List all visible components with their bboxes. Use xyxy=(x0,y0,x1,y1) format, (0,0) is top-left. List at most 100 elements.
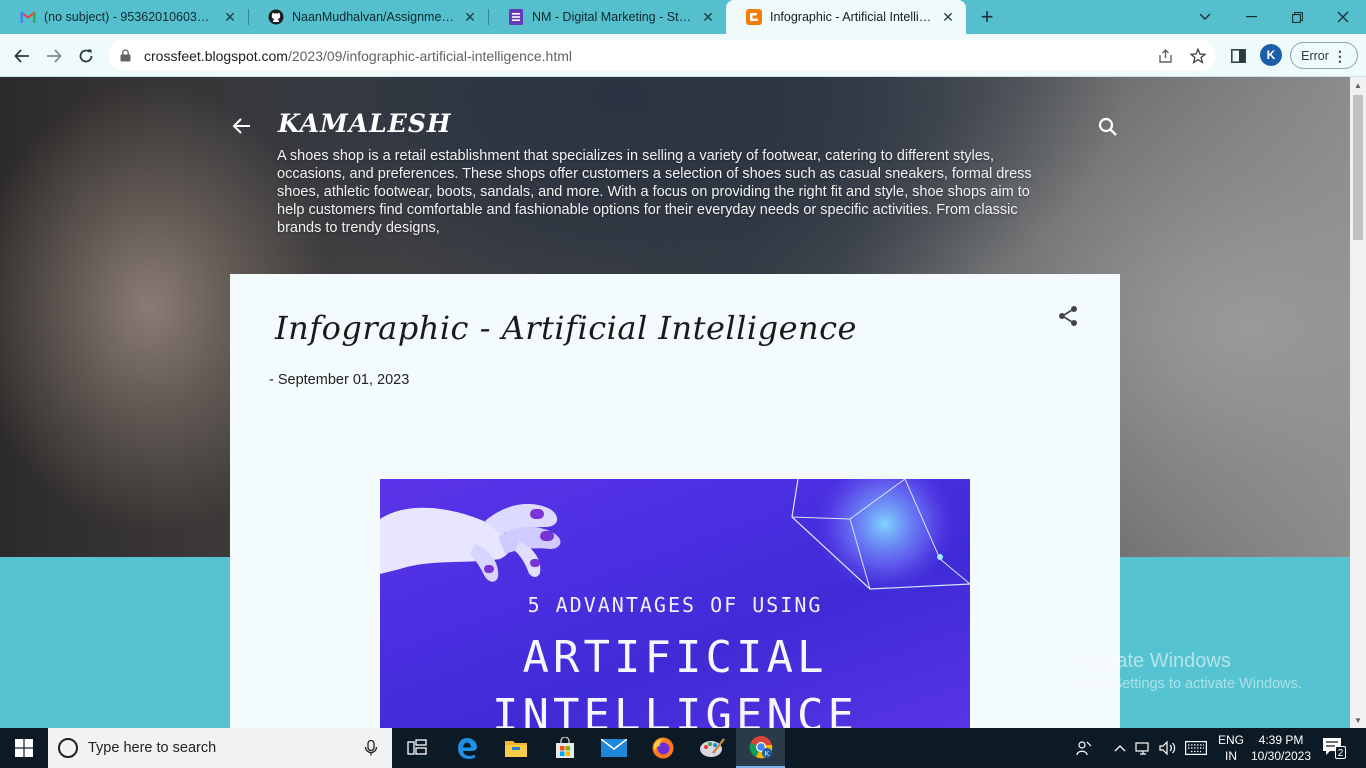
tab-blogger[interactable]: Infographic - Artificial Intelligenc ✕ xyxy=(726,0,966,34)
url-host: crossfeet.blogspot.com xyxy=(144,47,288,64)
post-date[interactable]: - September 01, 2023 xyxy=(269,372,409,388)
svg-text:K: K xyxy=(764,751,769,758)
clock-date: 10/30/2023 xyxy=(1250,749,1312,763)
chrome-app-button[interactable]: K xyxy=(736,728,785,768)
glowing-orb xyxy=(815,479,955,594)
language-code: ENG xyxy=(1217,733,1244,747)
browser-toolbar: crossfeet.blogspot.com/2023/09/infograph… xyxy=(0,34,1366,77)
tab-title: NM - Digital Marketing - Studen xyxy=(532,10,694,24)
edge-app-button[interactable] xyxy=(442,728,491,768)
chrome-icon: K xyxy=(749,736,772,759)
tab-forms[interactable]: NM - Digital Marketing - Studen ✕ xyxy=(488,0,726,34)
taskbar-search-placeholder: Type here to search xyxy=(88,740,217,756)
microsoft-store-button[interactable] xyxy=(540,728,589,768)
chevron-up-icon xyxy=(1114,745,1126,752)
blogger-icon xyxy=(746,9,762,25)
paint-palette-icon xyxy=(699,738,725,757)
infographic-title: ARTIFICIAL INTELLIGENCE xyxy=(492,632,858,728)
search-icon[interactable] xyxy=(1096,115,1120,139)
share-page-icon[interactable] xyxy=(1158,40,1174,71)
action-center-button[interactable]: 2 xyxy=(1322,737,1346,759)
people-button[interactable] xyxy=(1072,728,1096,768)
chevron-down-icon xyxy=(1199,13,1211,20)
close-window-button[interactable] xyxy=(1320,0,1366,34)
share-icon[interactable] xyxy=(1056,304,1080,328)
file-explorer-button[interactable] xyxy=(491,728,540,768)
blog-title[interactable]: KAMALESH xyxy=(278,109,452,138)
restore-button[interactable] xyxy=(1274,0,1320,34)
paint-app-button[interactable] xyxy=(687,728,736,768)
tray-overflow-button[interactable] xyxy=(1110,728,1130,768)
scroll-down-icon[interactable]: ▼ xyxy=(1354,716,1362,725)
reload-button[interactable] xyxy=(72,42,100,70)
people-icon xyxy=(1076,741,1092,756)
scroll-up-icon[interactable]: ▲ xyxy=(1354,81,1362,90)
side-panel-icon xyxy=(1230,49,1246,63)
tab-github[interactable]: NaanMudhalvan/Assignment/Ka ✕ xyxy=(248,0,488,34)
keyboard-icon xyxy=(1185,741,1207,755)
github-icon xyxy=(268,9,284,25)
network-icon xyxy=(1135,742,1149,755)
restore-icon xyxy=(1291,11,1303,23)
tab-gmail[interactable]: (no subject) - 953620106033@r ✕ xyxy=(0,0,248,34)
store-icon xyxy=(555,737,574,758)
bookmark-star-icon[interactable] xyxy=(1190,40,1206,71)
new-tab-button[interactable]: + xyxy=(976,6,998,28)
side-panel-button[interactable] xyxy=(1224,42,1252,70)
error-button[interactable]: Error ⋮ xyxy=(1290,42,1358,69)
forward-button[interactable] xyxy=(40,42,68,70)
infographic-subtitle: 5 ADVANTAGES OF USING xyxy=(527,593,823,617)
windows-taskbar: Type here to search K ENG IN 4:39 PM 10/… xyxy=(0,728,1366,768)
arrow-right-icon xyxy=(47,49,62,63)
firefox-icon xyxy=(652,737,673,759)
minimize-button[interactable] xyxy=(1228,0,1274,34)
blog-description: A shoes shop is a retail establishment t… xyxy=(277,148,1032,236)
task-view-button[interactable] xyxy=(392,728,441,768)
microphone-icon[interactable] xyxy=(364,739,378,756)
close-icon[interactable]: ✕ xyxy=(462,9,478,26)
tab-title: (no subject) - 953620106033@r xyxy=(44,10,216,24)
page-scrollbar[interactable]: ▲ ▼ xyxy=(1350,77,1366,728)
volume-icon xyxy=(1159,741,1176,755)
reload-icon xyxy=(79,49,93,63)
error-label: Error xyxy=(1301,48,1329,63)
tab-title: NaanMudhalvan/Assignment/Ka xyxy=(292,10,456,24)
close-icon[interactable]: ✕ xyxy=(222,9,238,26)
arrow-left-icon xyxy=(14,49,29,63)
tab-search-button[interactable] xyxy=(1182,0,1228,34)
notification-count-badge: 2 xyxy=(1335,746,1346,759)
edge-icon xyxy=(457,738,477,759)
minimize-icon xyxy=(1245,16,1257,18)
input-language-indicator[interactable]: ENG IN xyxy=(1216,732,1246,764)
back-arrow-icon[interactable] xyxy=(230,114,254,138)
tab-title: Infographic - Artificial Intelligenc xyxy=(770,10,934,24)
close-icon xyxy=(1337,11,1349,23)
volume-button[interactable] xyxy=(1156,728,1180,768)
cortana-icon xyxy=(58,738,78,758)
gmail-icon xyxy=(20,9,36,25)
keyboard-button[interactable] xyxy=(1182,728,1210,768)
infographic-image[interactable]: 5 ADVANTAGES OF USING ARTIFICIAL INTELLI… xyxy=(380,479,970,728)
back-button[interactable] xyxy=(8,42,36,70)
lock-icon xyxy=(120,49,134,62)
scrollbar-thumb[interactable] xyxy=(1353,95,1363,240)
forms-icon xyxy=(508,9,524,25)
profile-avatar[interactable]: K xyxy=(1260,44,1282,66)
taskbar-clock[interactable]: 4:39 PM 10/30/2023 xyxy=(1248,732,1314,764)
page-viewport: KAMALESH A shoes shop is a retail establ… xyxy=(0,77,1350,728)
task-view-icon xyxy=(406,739,427,755)
folder-icon xyxy=(504,741,527,757)
close-icon[interactable]: ✕ xyxy=(940,9,956,26)
post-card: Infographic - Artificial Intelligence - … xyxy=(230,274,1120,728)
address-bar[interactable]: crossfeet.blogspot.com/2023/09/infograph… xyxy=(108,40,1216,71)
mail-app-button[interactable] xyxy=(589,728,638,768)
close-icon[interactable]: ✕ xyxy=(700,9,716,26)
network-button[interactable] xyxy=(1132,728,1156,768)
region-code: IN xyxy=(1225,749,1237,763)
start-button[interactable] xyxy=(0,728,48,768)
windows-logo-icon xyxy=(15,739,33,757)
clock-time: 4:39 PM xyxy=(1258,733,1304,747)
more-vert-icon: ⋮ xyxy=(1332,47,1347,64)
taskbar-search-box[interactable]: Type here to search xyxy=(48,728,392,768)
firefox-app-button[interactable] xyxy=(638,728,687,768)
